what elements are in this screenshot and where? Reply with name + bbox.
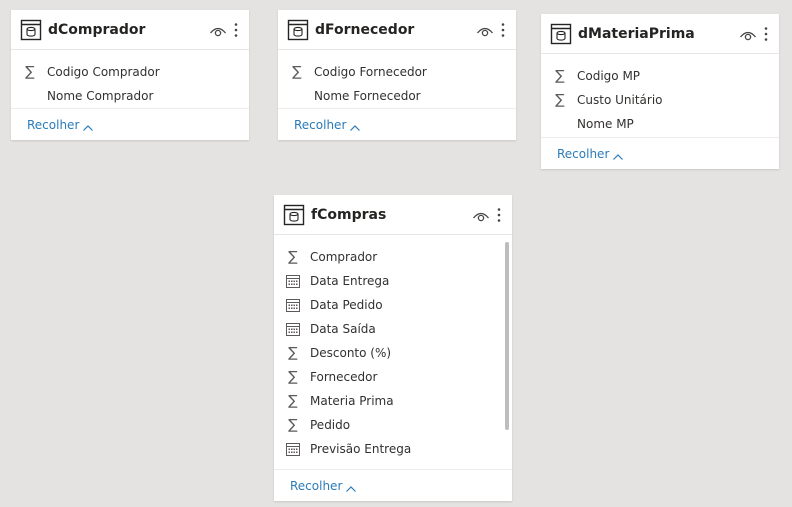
field-label: Data Entrega — [310, 274, 390, 288]
field-label: Materia Prima — [310, 394, 394, 408]
blank-icon-spacer — [23, 89, 37, 103]
field-row[interactable]: Data Entrega — [274, 269, 512, 293]
table-card-fcompras[interactable]: fCompras ∑ Comprador Data Entrega Data Pedi… — [274, 195, 512, 501]
collapse-button[interactable]: Recolher — [290, 479, 357, 493]
table-title: dComprador — [48, 21, 146, 38]
field-row[interactable]: Data Pedido — [274, 293, 512, 317]
sigma-icon: ∑ — [288, 345, 298, 361]
collapse-label: Recolher — [294, 117, 347, 132]
more-options-icon[interactable] — [496, 207, 502, 223]
sigma-icon: ∑ — [555, 68, 565, 84]
collapse-button[interactable]: Recolher — [294, 118, 361, 132]
table-icon — [550, 23, 572, 45]
field-label: Nome Fornecedor — [314, 89, 421, 103]
field-row[interactable]: Nome MP — [541, 112, 779, 136]
table-title: dMateriaPrima — [578, 25, 695, 42]
sigma-icon: ∑ — [292, 64, 302, 80]
eye-icon[interactable] — [476, 23, 494, 37]
card-footer: Recolher — [278, 108, 516, 140]
table-card-header[interactable]: fCompras — [274, 195, 512, 235]
field-label: Nome Comprador — [47, 89, 154, 103]
sigma-icon: ∑ — [288, 369, 298, 385]
collapse-label: Recolher — [27, 117, 80, 132]
card-footer: Recolher — [541, 137, 779, 169]
collapse-label: Recolher — [290, 478, 343, 493]
eye-icon[interactable] — [209, 23, 227, 37]
field-row[interactable]: Previsão Entrega — [274, 437, 512, 461]
sigma-icon: ∑ — [288, 417, 298, 433]
field-list: ∑ Codigo Comprador Nome Comprador — [11, 50, 249, 108]
field-label: Previsão Entrega — [310, 442, 412, 456]
field-row[interactable]: ∑ Codigo MP — [541, 64, 779, 88]
field-label: Fornecedor — [310, 370, 378, 384]
field-label: Data Pedido — [310, 298, 383, 312]
scrollbar[interactable] — [505, 242, 509, 430]
field-label: Codigo Fornecedor — [314, 65, 427, 79]
field-label: Nome MP — [577, 117, 634, 131]
blank-icon-spacer — [553, 117, 567, 131]
field-row[interactable]: ∑ Desconto (%) — [274, 341, 512, 365]
field-row[interactable]: ∑ Fornecedor — [274, 365, 512, 389]
field-row[interactable]: ∑ Custo Unitário — [541, 88, 779, 112]
card-footer: Recolher — [11, 108, 249, 140]
blank-icon-spacer — [290, 89, 304, 103]
calendar-icon — [286, 322, 300, 336]
collapse-button[interactable]: Recolher — [27, 118, 94, 132]
field-row[interactable]: Data Saída — [274, 317, 512, 341]
field-row[interactable]: ∑ Codigo Comprador — [11, 60, 249, 84]
table-card-header[interactable]: dComprador — [11, 10, 249, 50]
sigma-icon: ∑ — [288, 393, 298, 409]
table-icon — [283, 204, 305, 226]
table-card-dcomprador[interactable]: dComprador ∑ Codigo Comprador Nome Comprad… — [11, 10, 249, 140]
table-icon — [287, 19, 309, 41]
eye-icon[interactable] — [472, 208, 490, 222]
field-list: ∑ Comprador Data Entrega Data Pedido Data Sa… — [274, 235, 512, 461]
field-row[interactable]: Nome Fornecedor — [278, 84, 516, 108]
field-row[interactable]: ∑ Pedido — [274, 413, 512, 437]
sigma-icon: ∑ — [555, 92, 565, 108]
more-options-icon[interactable] — [763, 26, 769, 42]
calendar-icon — [286, 298, 300, 312]
table-icon — [20, 19, 42, 41]
field-row[interactable]: Nome Comprador — [11, 84, 249, 108]
table-title: dFornecedor — [315, 21, 415, 38]
chevron-up-icon — [612, 150, 624, 160]
calendar-icon — [286, 442, 300, 456]
collapse-label: Recolher — [557, 146, 610, 161]
field-label: Pedido — [310, 418, 351, 432]
chevron-up-icon — [345, 482, 357, 492]
field-row[interactable]: ∑ Materia Prima — [274, 389, 512, 413]
calendar-icon — [286, 274, 300, 288]
field-list: ∑ Codigo MP ∑ Custo Unitário Nome MP — [541, 54, 779, 136]
table-title: fCompras — [311, 206, 387, 223]
sigma-icon: ∑ — [25, 64, 35, 80]
table-card-dfornecedor[interactable]: dFornecedor ∑ Codigo Fornecedor Nome Forne… — [278, 10, 516, 140]
table-card-dmateriaprima[interactable]: dMateriaPrima ∑ Codigo MP ∑ Custo Unitário N… — [541, 14, 779, 169]
card-footer: Recolher — [274, 469, 512, 501]
table-card-header[interactable]: dMateriaPrima — [541, 14, 779, 54]
chevron-up-icon — [82, 121, 94, 131]
more-options-icon[interactable] — [500, 22, 506, 38]
field-label: Data Saída — [310, 322, 376, 336]
chevron-up-icon — [349, 121, 361, 131]
field-label: Codigo Comprador — [47, 65, 160, 79]
table-card-header[interactable]: dFornecedor — [278, 10, 516, 50]
field-row[interactable]: ∑ Comprador — [274, 245, 512, 269]
collapse-button[interactable]: Recolher — [557, 147, 624, 161]
field-label: Comprador — [310, 250, 378, 264]
field-list: ∑ Codigo Fornecedor Nome Fornecedor — [278, 50, 516, 108]
eye-icon[interactable] — [739, 27, 757, 41]
more-options-icon[interactable] — [233, 22, 239, 38]
field-label: Codigo MP — [577, 69, 641, 83]
field-row[interactable]: ∑ Codigo Fornecedor — [278, 60, 516, 84]
field-label: Custo Unitário — [577, 93, 663, 107]
field-label: Desconto (%) — [310, 346, 392, 360]
sigma-icon: ∑ — [288, 249, 298, 265]
